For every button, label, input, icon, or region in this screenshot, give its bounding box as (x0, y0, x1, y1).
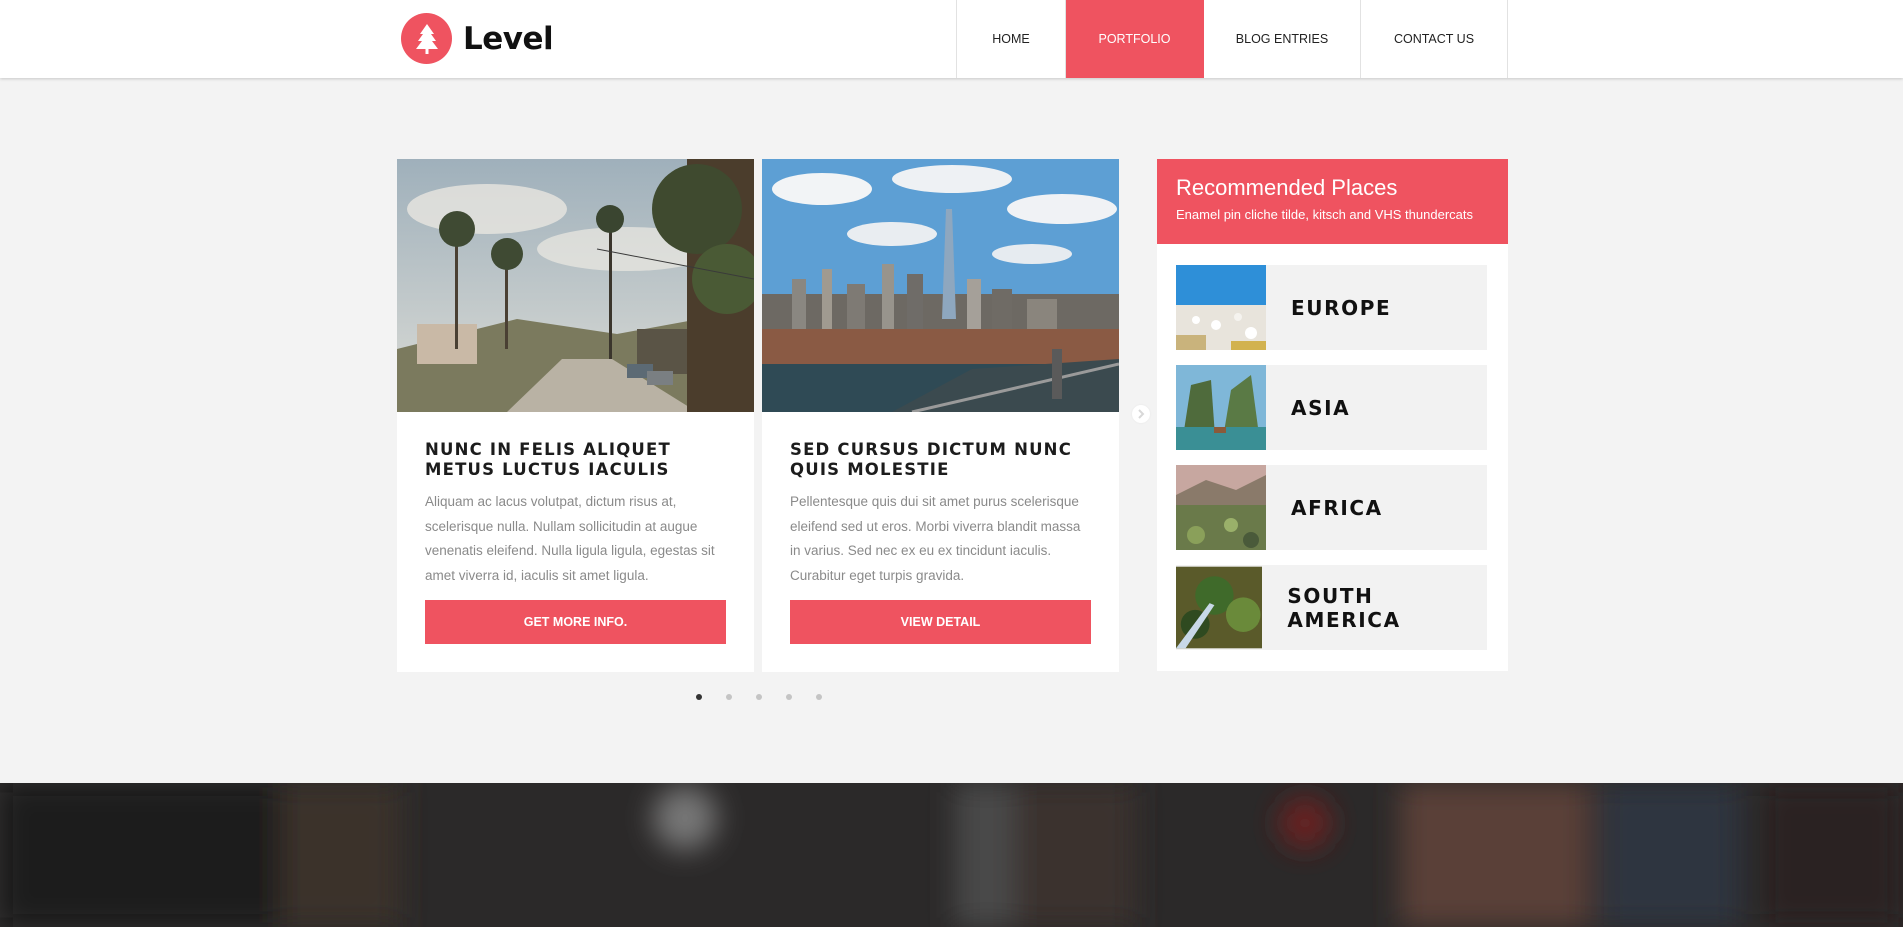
city-skyline-bridge-photo (762, 159, 1119, 412)
card-text: Aliquam ac lacus volutpat, dictum risus … (425, 494, 715, 583)
nav-contact-us[interactable]: CONTACT US (1361, 0, 1508, 78)
place-item-africa[interactable]: AFRICA (1176, 465, 1487, 550)
place-name: EUROPE (1291, 295, 1392, 320)
view-detail-button[interactable]: VIEW DETAIL (790, 600, 1091, 644)
blurred-background-image (0, 783, 1903, 927)
carousel-dot[interactable] (786, 694, 792, 700)
south-america-thumb (1176, 566, 1263, 649)
card-title: NUNC IN FELIS ALIQUET METUS LUCTUS IACUL… (425, 440, 671, 479)
panel-header: Recommended Places Enamel pin cliche til… (1157, 159, 1508, 244)
main-nav: HOME PORTFOLIO BLOG ENTRIES CONTACT US (956, 0, 1508, 78)
nav-home[interactable]: HOME (957, 0, 1066, 78)
africa-thumb (1176, 465, 1266, 550)
nav-portfolio[interactable]: PORTFOLIO (1066, 0, 1204, 78)
carousel-dot[interactable] (696, 694, 702, 700)
site-header: Level HOME PORTFOLIO BLOG ENTRIES CONTAC… (0, 0, 1903, 78)
tree-icon (401, 13, 452, 64)
place-item-asia[interactable]: ASIA (1176, 365, 1487, 450)
nav-blog-entries[interactable]: BLOG ENTRIES (1204, 0, 1361, 78)
place-item-europe[interactable]: EUROPE (1176, 265, 1487, 350)
chevron-right-icon (1138, 409, 1145, 419)
place-item-south-america[interactable]: SOUTH AMERICA (1176, 565, 1487, 650)
logo[interactable]: Level (401, 13, 554, 64)
panel-subtitle: Enamel pin cliche tilde, kitsch and VHS … (1176, 207, 1473, 222)
recommended-places-panel: Recommended Places Enamel pin cliche til… (1157, 159, 1508, 671)
carousel-dot[interactable] (726, 694, 732, 700)
get-more-info-button[interactable]: GET MORE INFO. (425, 600, 726, 644)
carousel-next-button[interactable] (1132, 405, 1150, 423)
place-name: AFRICA (1291, 495, 1383, 520)
europe-thumb (1176, 265, 1266, 350)
place-name: ASIA (1291, 395, 1351, 420)
asia-thumb (1176, 365, 1266, 450)
carousel-dot[interactable] (816, 694, 822, 700)
card-text: Pellentesque quis dui sit amet purus sce… (790, 494, 1081, 583)
carousel-pagination (696, 694, 846, 700)
portfolio-card: NUNC IN FELIS ALIQUET METUS LUCTUS IACUL… (397, 159, 754, 672)
card-title: SED CURSUS DICTUM NUNC QUIS MOLESTIE (790, 440, 1073, 479)
panel-title: Recommended Places (1176, 175, 1398, 200)
carousel-dot[interactable] (756, 694, 762, 700)
logo-text: Level (463, 20, 554, 57)
portfolio-card: SED CURSUS DICTUM NUNC QUIS MOLESTIE Pel… (762, 159, 1119, 672)
palm-tree-street-photo (397, 159, 754, 412)
footer-background (0, 783, 1903, 927)
place-name: SOUTH AMERICA (1287, 583, 1401, 632)
